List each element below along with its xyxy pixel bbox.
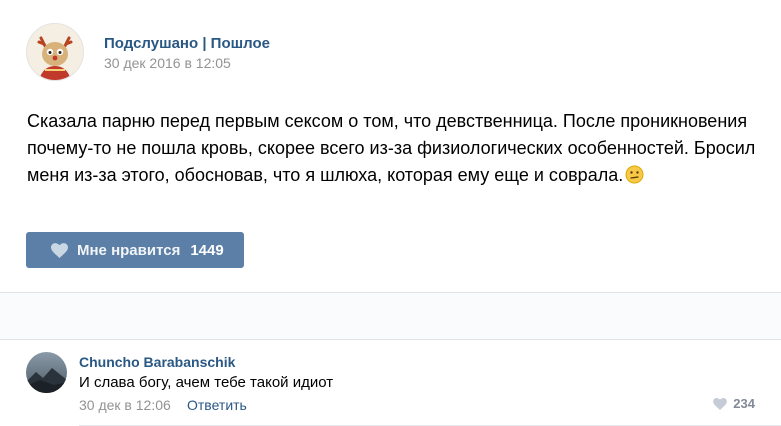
comments-gap xyxy=(0,293,781,339)
heart-icon xyxy=(713,397,728,410)
commenter-avatar[interactable] xyxy=(26,352,67,393)
like-button-label: Мне нравится xyxy=(77,241,181,259)
comment-item: Chuncho Barabanschik И слава богу, ачем … xyxy=(0,340,781,426)
reply-button[interactable]: Ответить xyxy=(187,397,247,413)
post-text: Сказала парню перед первым сексом о том,… xyxy=(27,108,757,192)
post-date[interactable]: 30 дек 2016 в 12:05 xyxy=(104,55,231,71)
like-count: 1449 xyxy=(190,241,224,259)
comment-text: И слава богу, ачем тебе такой идиот xyxy=(79,374,334,391)
heart-icon xyxy=(51,242,68,258)
post-card: Подслушано | Пошлое 30 дек 2016 в 12:05 … xyxy=(0,0,781,293)
post-text-body: Сказала парню перед первым сексом о том,… xyxy=(27,111,756,185)
comment-date[interactable]: 30 дек в 12:06 xyxy=(79,397,171,413)
comment-author[interactable]: Chuncho Barabanschik xyxy=(79,354,235,370)
comment-like-count: 234 xyxy=(733,396,755,411)
group-avatar[interactable] xyxy=(26,23,84,81)
post-author[interactable]: Подслушано | Пошлое xyxy=(104,35,270,52)
comment-like-button[interactable]: 234 xyxy=(713,396,755,411)
confused-face-emoji-icon xyxy=(625,165,644,192)
like-button[interactable]: Мне нравится 1449 xyxy=(26,232,244,268)
